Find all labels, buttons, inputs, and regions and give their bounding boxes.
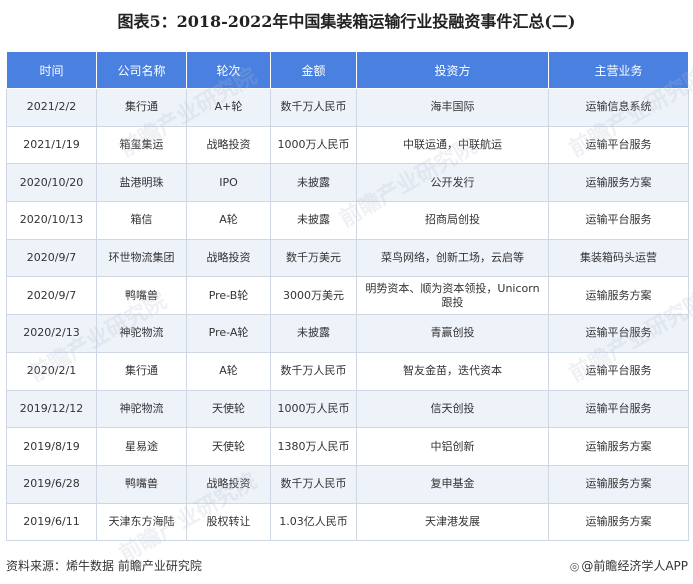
cell-round: A+轮 (186, 88, 271, 127)
cell-amount: 数千万人民币 (270, 351, 357, 391)
cell-time: 2019/6/11 (6, 502, 97, 542)
col-header-investors: 投资方 (356, 51, 549, 89)
brand-text: @前瞻经济学人APP (581, 559, 688, 573)
page-title: 图表5：2018-2022年中国集装箱运输行业投融资事件汇总(二) (117, 12, 576, 31)
cell-amount: 1000万人民币 (270, 125, 357, 165)
cell-time: 2019/12/12 (6, 389, 97, 429)
cell-company: 神驼物流 (96, 314, 187, 353)
cell-time: 2021/1/19 (6, 125, 97, 165)
cell-round: Pre-B轮 (186, 276, 271, 316)
cell-round: 天使轮 (186, 389, 271, 429)
cell-company: 神驼物流 (96, 389, 187, 429)
cell-time: 2020/2/13 (6, 314, 97, 353)
cell-round: 战略投资 (186, 125, 271, 165)
cell-business: 运输服务方案 (548, 464, 689, 504)
cell-investors: 海丰国际 (356, 88, 549, 127)
cell-investors: 中联运通，中联航运 (356, 125, 549, 165)
cell-amount: 3000万美元 (270, 276, 357, 316)
table-row: 2020/2/13 神驼物流 Pre-A轮 未披露 青赢创投 运输平台服务 (6, 314, 689, 353)
cell-time: 2020/10/13 (6, 201, 97, 240)
table-row: 2019/6/28 鸭嘴兽 战略投资 数千万人民币 复申基金 运输服务方案 (6, 464, 689, 504)
qianzhan-logo-icon: ◎ (569, 560, 580, 573)
cell-time: 2021/2/2 (6, 88, 97, 127)
cell-business: 运输服务方案 (548, 427, 689, 466)
col-header-business: 主营业务 (548, 51, 689, 89)
col-header-company: 公司名称 (96, 51, 187, 89)
footer: 资料来源：烯牛数据 前瞻产业研究院 ◎ @前瞻经济学人APP (6, 557, 688, 575)
col-header-time: 时间 (6, 51, 97, 89)
cell-amount: 未披露 (270, 201, 357, 240)
cell-round: A轮 (186, 201, 271, 240)
cell-company: 天津东方海陆 (96, 502, 187, 542)
cell-time: 2019/8/19 (6, 427, 97, 466)
table-row: 2020/10/20 盐港明珠 IPO 未披露 公开发行 运输服务方案 (6, 163, 689, 203)
cell-amount: 数千万人民币 (270, 88, 357, 127)
table-row: 2020/2/1 集行通 A轮 数千万人民币 智友金苗，迭代资本 运输平台服务 (6, 351, 689, 391)
cell-investors: 招商局创投 (356, 201, 549, 240)
cell-round: 战略投资 (186, 238, 271, 278)
cell-investors: 中铝创新 (356, 427, 549, 466)
cell-investors: 智友金苗，迭代资本 (356, 351, 549, 391)
cell-amount: 1000万人民币 (270, 389, 357, 429)
cell-business: 运输平台服务 (548, 389, 689, 429)
cell-time: 2020/9/7 (6, 276, 97, 316)
cell-company: 鸭嘴兽 (96, 464, 187, 504)
cell-investors: 菜鸟网络，创新工场，云启等 (356, 238, 549, 278)
investment-table: 时间 公司名称 轮次 金额 投资方 主营业务 2021/2/2 集行通 A+轮 数千万… (6, 51, 689, 542)
cell-amount: 数千万美元 (270, 238, 357, 278)
cell-business: 集装箱码头运营 (548, 238, 689, 278)
cell-investors: 信天创投 (356, 389, 549, 429)
table-header-row: 时间 公司名称 轮次 金额 投资方 主营业务 (6, 51, 689, 89)
cell-company: 环世物流集团 (96, 238, 187, 278)
cell-investors: 复申基金 (356, 464, 549, 504)
table-row: 2019/6/11 天津东方海陆 股权转让 1.03亿人民币 天津港发展 运输服务方案 (6, 502, 689, 542)
table-row: 2020/9/7 鸭嘴兽 Pre-B轮 3000万美元 明势资本、顺为资本领投，Unic… (6, 276, 689, 316)
cell-business: 运输平台服务 (548, 201, 689, 240)
cell-round: 天使轮 (186, 427, 271, 466)
cell-company: 集行通 (96, 351, 187, 391)
cell-investors: 天津港发展 (356, 502, 549, 542)
cell-time: 2020/10/20 (6, 163, 97, 203)
table-row: 2021/1/19 箱玺集运 战略投资 1000万人民币 中联运通，中联航运 运输平台服务 (6, 125, 689, 165)
brand-credit: ◎ @前瞻经济学人APP (570, 557, 688, 574)
cell-business: 运输服务方案 (548, 502, 689, 542)
col-header-round: 轮次 (186, 51, 271, 89)
cell-company: 鸭嘴兽 (96, 276, 187, 316)
cell-business: 运输平台服务 (548, 125, 689, 165)
cell-business: 运输信息系统 (548, 88, 689, 127)
cell-company: 盐港明珠 (96, 163, 187, 203)
cell-time: 2020/9/7 (6, 238, 97, 278)
cell-business: 运输服务方案 (548, 163, 689, 203)
cell-business: 运输服务方案 (548, 276, 689, 316)
cell-round: 股权转让 (186, 502, 271, 542)
cell-company: 箱信 (96, 201, 187, 240)
cell-company: 箱玺集运 (96, 125, 187, 165)
cell-amount: 未披露 (270, 314, 357, 353)
cell-amount: 1.03亿人民币 (270, 502, 357, 542)
table-row: 2019/8/19 星易途 天使轮 1380万人民币 中铝创新 运输服务方案 (6, 427, 689, 466)
cell-investors: 明势资本、顺为资本领投，Unicorn跟投 (356, 276, 549, 316)
table-row: 2021/2/2 集行通 A+轮 数千万人民币 海丰国际 运输信息系统 (6, 88, 689, 127)
cell-amount: 数千万人民币 (270, 464, 357, 504)
cell-round: IPO (186, 163, 271, 203)
cell-round: A轮 (186, 351, 271, 391)
cell-amount: 未披露 (270, 163, 357, 203)
cell-business: 运输平台服务 (548, 351, 689, 391)
cell-company: 星易途 (96, 427, 187, 466)
table-row: 2020/9/7 环世物流集团 战略投资 数千万美元 菜鸟网络，创新工场，云启等 集装箱码… (6, 238, 689, 278)
cell-investors: 公开发行 (356, 163, 549, 203)
table-row: 2020/10/13 箱信 A轮 未披露 招商局创投 运输平台服务 (6, 201, 689, 240)
cell-round: Pre-A轮 (186, 314, 271, 353)
table-row: 2019/12/12 神驼物流 天使轮 1000万人民币 信天创投 运输平台服务 (6, 389, 689, 429)
cell-time: 2020/2/1 (6, 351, 97, 391)
cell-business: 运输平台服务 (548, 314, 689, 353)
cell-amount: 1380万人民币 (270, 427, 357, 466)
source-note: 资料来源：烯牛数据 前瞻产业研究院 (6, 559, 202, 573)
cell-time: 2019/6/28 (6, 464, 97, 504)
col-header-amount: 金额 (270, 51, 357, 89)
cell-round: 战略投资 (186, 464, 271, 504)
cell-investors: 青赢创投 (356, 314, 549, 353)
cell-company: 集行通 (96, 88, 187, 127)
